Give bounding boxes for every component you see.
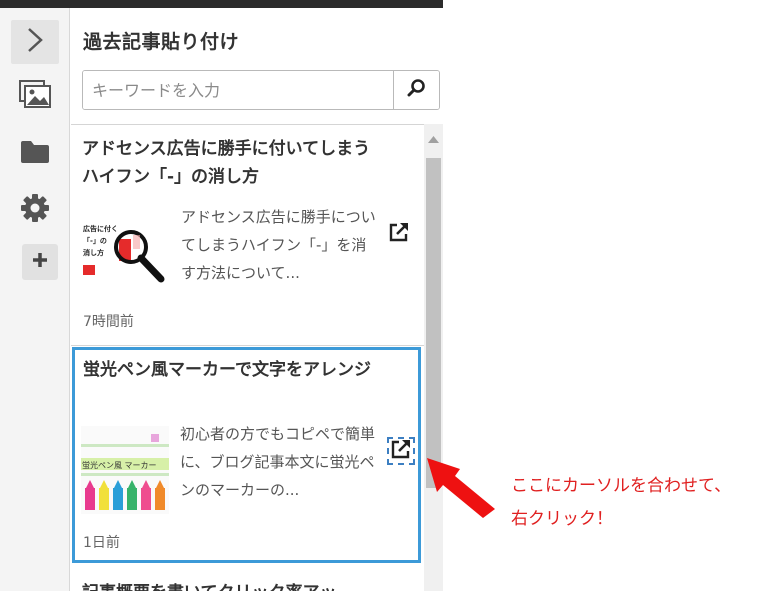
annotation-line-2: 右クリック！	[511, 509, 613, 529]
panel-title: 過去記事貼り付け	[83, 31, 240, 53]
media-button[interactable]	[11, 74, 59, 118]
list-item[interactable]: アドセンス広告に勝手に付いてしまうハイフン「-」の消し方 広告に付く 「-」の …	[71, 125, 424, 346]
external-link-button[interactable]	[386, 221, 412, 247]
scroll-up-arrow-icon[interactable]	[424, 136, 443, 148]
annotation-arrow-icon	[423, 452, 499, 522]
article-time: 1日前	[83, 535, 120, 551]
external-link-button[interactable]	[387, 437, 415, 465]
search-input[interactable]	[83, 71, 393, 109]
thumb-text-line: 「-」の	[83, 236, 107, 245]
top-bar	[0, 0, 443, 8]
side-rail	[0, 8, 70, 591]
article-title: 記事概要を書いてクリック率アッ	[82, 579, 382, 591]
folder-icon	[20, 140, 50, 168]
article-thumbnail: 広告に付く 「-」の 消し方	[81, 217, 171, 287]
thumb-text-line: 蛍光ペン風 マーカー	[82, 460, 157, 470]
external-link-icon	[390, 438, 412, 464]
thumb-text-line: 消し方	[83, 248, 104, 257]
article-thumbnail: 蛍光ペン風 マーカー	[81, 426, 169, 514]
annotation-text: ここにカーソルを合わせて、 右クリック！	[511, 470, 779, 536]
plus-icon	[31, 251, 49, 273]
article-excerpt: 初心者の方でもコピペで簡単に、ブログ記事本文に蛍光ペンのマーカーの...	[180, 425, 376, 499]
folder-button[interactable]	[11, 132, 59, 176]
search-button[interactable]	[393, 71, 439, 109]
collapse-toggle-button[interactable]	[11, 20, 59, 64]
search-icon	[407, 78, 427, 102]
article-excerpt: アドセンス広告に勝手についてしまうハイフン「-」を消す方法について...	[181, 208, 376, 282]
article-title: 蛍光ペン風マーカーで文字をアレンジ	[83, 360, 371, 380]
settings-button[interactable]	[11, 188, 59, 232]
chevron-right-icon	[26, 27, 44, 57]
list-item-selected[interactable]: 蛍光ペン風マーカーで文字をアレンジ 蛍光ペン風 マーカー 初心者の方でもコピペで…	[72, 347, 421, 563]
external-link-icon	[388, 221, 410, 247]
article-title: アドセンス広告に勝手に付いてしまうハイフン「-」の消し方	[82, 139, 371, 187]
article-list[interactable]: アドセンス広告に勝手に付いてしまうハイフン「-」の消し方 広告に付く 「-」の …	[71, 124, 425, 591]
gear-icon	[20, 193, 50, 227]
thumb-text-line: 広告に付く	[83, 224, 118, 233]
scrollbar-thumb[interactable]	[426, 158, 441, 488]
past-articles-panel: 過去記事貼り付け アドセンス広告に勝手に付いてしまうハイフン「-」の消し方 広告…	[71, 8, 443, 591]
media-icon	[19, 80, 51, 112]
add-button[interactable]	[22, 244, 58, 280]
list-item[interactable]: 記事概要を書いてクリック率アッ	[71, 573, 424, 591]
annotation-line-1: ここにカーソルを合わせて、	[511, 476, 732, 496]
article-time: 7時間前	[83, 314, 134, 330]
search-box	[82, 70, 440, 110]
